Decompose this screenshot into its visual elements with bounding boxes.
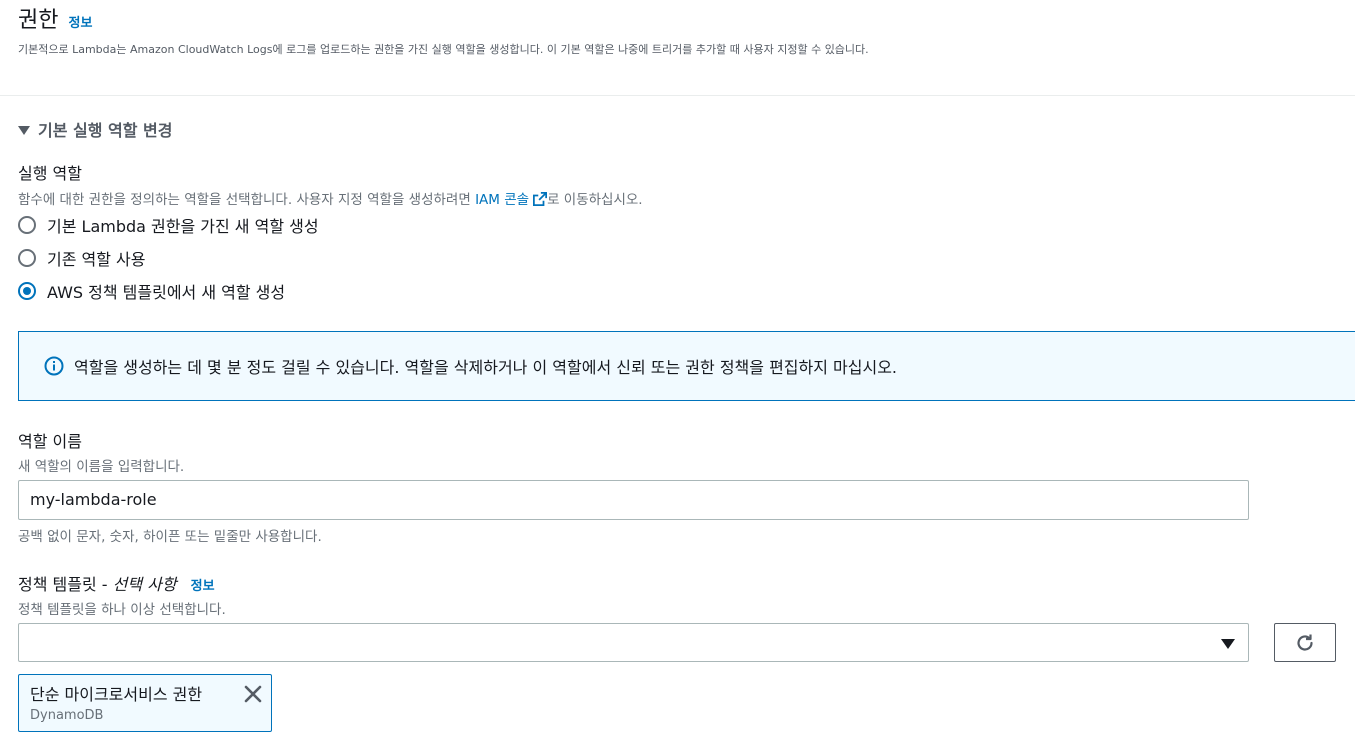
permissions-description: 기본적으로 Lambda는 Amazon CloudWatch Logs에 로그… bbox=[18, 43, 869, 56]
token-subtitle: DynamoDB bbox=[30, 708, 104, 723]
iam-console-link[interactable]: IAM 콘솔 bbox=[475, 192, 548, 208]
execution-role-description: 함수에 대한 권한을 정의하는 역할을 선택합니다. 사용자 지정 역할을 생성… bbox=[18, 188, 643, 208]
caret-down-icon bbox=[18, 126, 30, 135]
radio-button-selected[interactable] bbox=[18, 282, 36, 300]
radio-option-existing-role[interactable]: 기존 역할 사용 bbox=[18, 246, 146, 270]
close-icon[interactable] bbox=[243, 684, 263, 704]
role-name-label: 역할 이름 bbox=[18, 432, 82, 451]
caret-down-icon bbox=[1221, 639, 1235, 649]
external-link-icon bbox=[533, 192, 548, 206]
alert-text: 역할을 생성하는 데 몇 분 정도 걸릴 수 있습니다. 역할을 삭제하거나 이… bbox=[74, 358, 898, 377]
radio-button[interactable] bbox=[18, 216, 36, 234]
role-name-input[interactable]: my-lambda-role bbox=[18, 480, 1249, 520]
execution-role-label: 실행 역할 bbox=[18, 164, 82, 183]
permissions-title: 권한 bbox=[18, 8, 59, 33]
policy-template-token: 단순 마이크로서비스 권한 DynamoDB bbox=[18, 674, 272, 732]
radio-button[interactable] bbox=[18, 249, 36, 267]
role-name-description: 새 역할의 이름을 입력합니다. bbox=[18, 459, 185, 475]
radio-option-new-basic-role[interactable]: 기본 Lambda 권한을 가진 새 역할 생성 bbox=[18, 213, 319, 237]
refresh-icon bbox=[1297, 634, 1313, 651]
policy-templates-header: 정책 템플릿 - 선택 사항 정보 bbox=[18, 571, 215, 595]
role-name-constraint: 공백 없이 문자, 숫자, 하이픈 또는 밑줄만 사용합니다. bbox=[18, 529, 322, 545]
radio-label: 기존 역할 사용 bbox=[47, 250, 146, 269]
radio-label: AWS 정책 템플릿에서 새 역할 생성 bbox=[47, 283, 286, 302]
execution-role-desc-prefix: 함수에 대한 권한을 정의하는 역할을 선택합니다. 사용자 지정 역할을 생성… bbox=[18, 192, 476, 208]
policy-templates-optional: 선택 사항 bbox=[112, 575, 177, 594]
iam-console-link-text: IAM 콘솔 bbox=[475, 192, 530, 208]
lambda-permissions-panel: 권한 정보 기본적으로 Lambda는 Amazon CloudWatch Lo… bbox=[0, 0, 1355, 745]
permissions-header: 권한 정보 bbox=[18, 2, 92, 34]
radio-label: 기본 Lambda 권한을 가진 새 역할 생성 bbox=[47, 217, 319, 236]
policy-templates-info-link[interactable]: 정보 bbox=[191, 575, 215, 594]
info-alert: 역할을 생성하는 데 몇 분 정도 걸릴 수 있습니다. 역할을 삭제하거나 이… bbox=[18, 331, 1355, 401]
info-icon bbox=[44, 356, 64, 376]
policy-templates-select[interactable] bbox=[18, 623, 1249, 662]
execution-role-desc-suffix: 로 이동하십시오. bbox=[547, 192, 643, 208]
change-default-role-expander[interactable]: 기본 실행 역할 변경 bbox=[18, 117, 172, 141]
permissions-info-link[interactable]: 정보 bbox=[68, 12, 92, 31]
radio-option-policy-template-role[interactable]: AWS 정책 템플릿에서 새 역할 생성 bbox=[18, 279, 285, 303]
refresh-button[interactable] bbox=[1274, 623, 1336, 662]
divider bbox=[0, 95, 1355, 96]
token-title: 단순 마이크로서비스 권한 bbox=[30, 685, 203, 704]
expander-label: 기본 실행 역할 변경 bbox=[38, 121, 173, 140]
policy-templates-description: 정책 템플릿을 하나 이상 선택합니다. bbox=[18, 602, 226, 618]
policy-templates-label-text: 정책 템플릿 - bbox=[18, 575, 113, 594]
policy-templates-label: 정책 템플릿 - 선택 사항 bbox=[18, 571, 177, 595]
